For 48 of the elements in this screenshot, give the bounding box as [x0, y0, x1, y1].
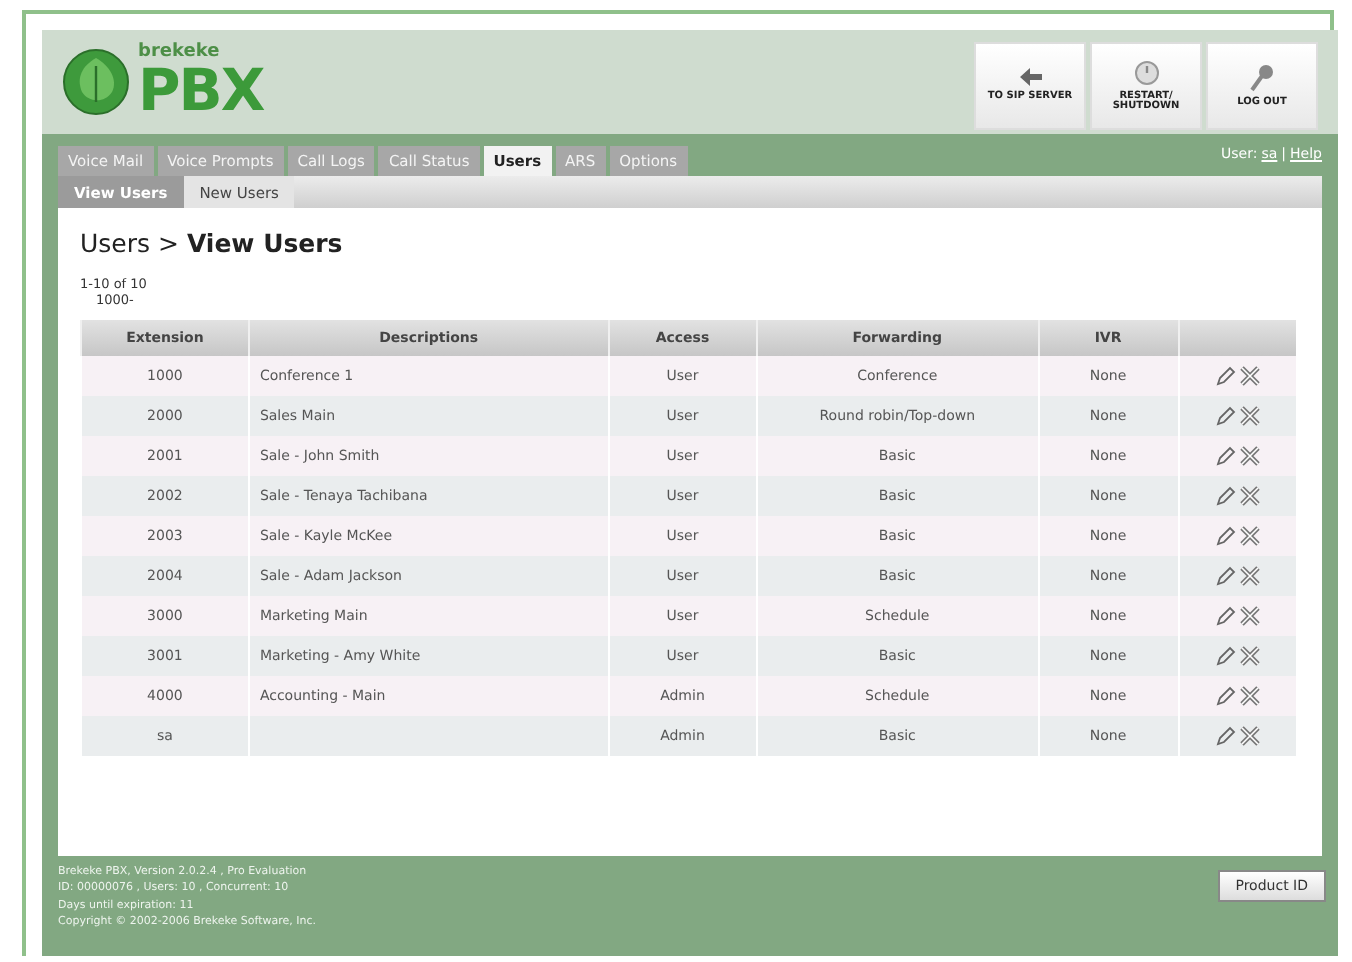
page-title: View Users [186, 228, 343, 258]
pencil-icon [1215, 366, 1236, 386]
cross-icon [1239, 446, 1260, 466]
power-icon [1133, 59, 1159, 85]
cross-icon [1239, 726, 1260, 746]
delete-button[interactable] [1237, 446, 1262, 466]
cross-icon [1239, 646, 1260, 666]
cross-icon [1239, 686, 1260, 706]
edit-button[interactable] [1213, 366, 1238, 386]
pencil-icon [1215, 486, 1236, 506]
edit-button[interactable] [1213, 406, 1238, 426]
pencil-icon [1215, 646, 1236, 666]
delete-button[interactable] [1237, 366, 1262, 386]
breadcrumb-parent: Users > [80, 228, 179, 258]
cross-icon [1239, 566, 1260, 586]
brand-name: brekeke [138, 44, 222, 62]
product-name: PBX [138, 62, 264, 120]
delete-button[interactable] [1237, 686, 1262, 706]
edit-button[interactable] [1213, 606, 1238, 626]
pencil-icon [1215, 606, 1236, 626]
edit-button[interactable] [1213, 526, 1238, 546]
pencil-icon [1215, 446, 1236, 466]
edit-button[interactable] [1213, 446, 1238, 466]
cross-icon [1239, 366, 1260, 386]
delete-button[interactable] [1237, 726, 1262, 746]
edit-button[interactable] [1213, 726, 1238, 746]
delete-button[interactable] [1237, 566, 1262, 586]
pencil-icon [1215, 726, 1236, 746]
left-arrow-icon [1019, 68, 1041, 87]
cross-icon [1239, 526, 1260, 546]
pencil-icon [1215, 406, 1236, 426]
delete-button[interactable] [1237, 486, 1262, 506]
cross-icon [1239, 486, 1260, 506]
edit-button[interactable] [1213, 566, 1238, 586]
pencil-icon [1215, 526, 1236, 546]
cross-icon [1239, 606, 1260, 626]
delete-button[interactable] [1237, 606, 1262, 626]
pencil-icon [1215, 686, 1236, 706]
leaf-logo-icon [62, 48, 130, 116]
delete-button[interactable] [1237, 646, 1262, 666]
edit-button[interactable] [1213, 646, 1238, 666]
delete-button[interactable] [1237, 526, 1262, 546]
pencil-icon [1215, 566, 1236, 586]
key-icon [1250, 63, 1274, 92]
delete-button[interactable] [1237, 406, 1262, 426]
cross-icon [1239, 406, 1260, 426]
edit-button[interactable] [1213, 686, 1238, 706]
edit-button[interactable] [1213, 486, 1238, 506]
